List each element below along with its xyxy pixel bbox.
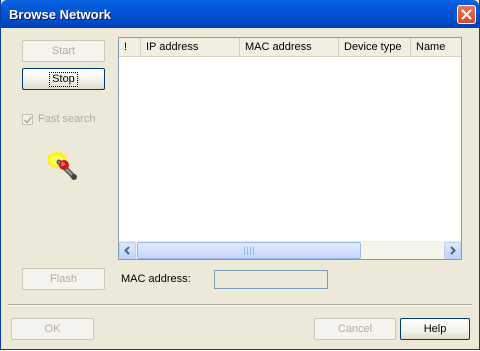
ok-button-label: OK [44,323,61,335]
cancel-button-label: Cancel [337,323,373,335]
column-header-status[interactable]: ! [119,38,141,56]
close-button[interactable] [457,5,476,24]
start-button[interactable]: Start [22,40,105,62]
checkmark-icon [24,116,32,124]
mac-address-label: MAC address: [121,273,191,285]
close-icon [461,9,472,20]
chevron-right-icon [450,246,456,255]
fast-search-label: Fast search [38,113,96,125]
help-button-label: Help [423,323,447,335]
divider [8,304,472,306]
fast-search-checkbox[interactable] [22,114,33,125]
stop-button-label: Stop [49,72,78,87]
mac-address-field[interactable] [214,270,328,289]
ok-button[interactable]: OK [11,318,94,340]
stop-button[interactable]: Stop [22,68,105,90]
scrollbar-grip [244,247,254,255]
horizontal-scrollbar[interactable] [119,241,461,259]
column-header-device-type[interactable]: Device type [339,38,411,56]
device-list[interactable]: ! IP address MAC address Device type Nam… [118,37,462,260]
chevron-left-icon [124,246,130,255]
window-title: Browse Network [9,7,111,22]
start-button-label: Start [51,45,76,57]
column-header-mac-address[interactable]: MAC address [240,38,339,56]
flash-button[interactable]: Flash [22,268,105,290]
help-button[interactable]: Help [400,318,470,340]
device-list-header: ! IP address MAC address Device type Nam… [119,38,461,57]
scroll-left-button[interactable] [119,242,136,259]
column-header-ip-address[interactable]: IP address [141,38,240,56]
scrollbar-thumb[interactable] [137,242,361,259]
searchlight-icon [43,148,83,185]
title-bar[interactable]: Browse Network [1,0,479,28]
column-header-name[interactable]: Name [411,38,461,56]
scroll-right-button[interactable] [444,242,461,259]
flash-button-label: Flash [50,273,77,285]
browse-network-dialog: Browse Network Start Stop Fast search ! … [0,0,480,350]
cancel-button[interactable]: Cancel [314,318,396,340]
